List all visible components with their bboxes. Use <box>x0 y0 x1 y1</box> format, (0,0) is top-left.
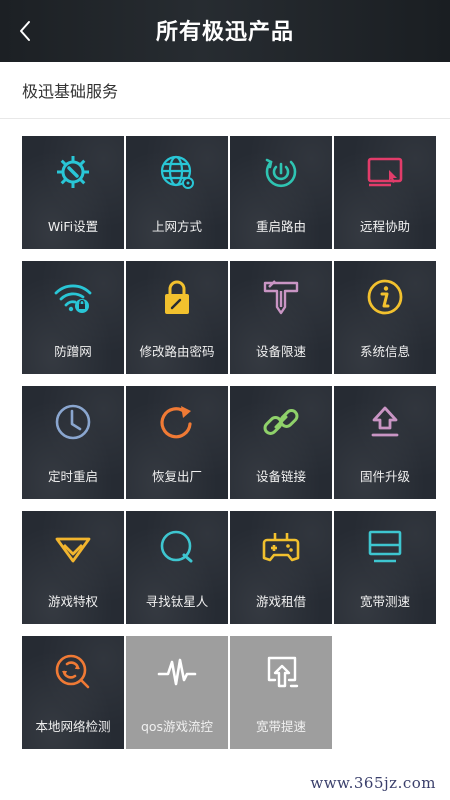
tile-bandwidth-boost[interactable]: 宽带提速 <box>230 636 332 749</box>
tile-change-password[interactable]: 修改路由密码 <box>126 261 228 374</box>
tile-label: 设备限速 <box>255 344 306 359</box>
tile-label: 设备链接 <box>255 469 306 484</box>
link-icon <box>263 409 299 435</box>
pulse-wave-icon <box>157 658 197 686</box>
tile-label: 恢复出厂 <box>151 469 202 484</box>
speed-limit-arrows-icon <box>263 280 299 315</box>
screen-upload-icon <box>267 656 299 688</box>
tile-wifi-settings[interactable]: WiFi设置 <box>22 136 124 249</box>
refresh-icon <box>160 406 192 439</box>
diamond-icon <box>55 537 91 563</box>
gamepad-icon <box>262 533 300 562</box>
remote-screen-icon <box>367 157 403 187</box>
tile-remote-assist[interactable]: 远程协助 <box>334 136 436 249</box>
gear-wrench-icon <box>57 156 89 188</box>
tile-label: 系统信息 <box>359 344 410 359</box>
watermark: www.365jz.com <box>310 774 436 792</box>
tile-label: 重启路由 <box>255 219 306 234</box>
section-divider <box>0 118 450 119</box>
info-icon <box>367 279 403 315</box>
tile-scheduled-restart[interactable]: 定时重启 <box>22 386 124 499</box>
tile-label: 游戏特权 <box>47 594 98 609</box>
clock-icon <box>55 404 91 440</box>
tile-anti-freeload[interactable]: 防蹭网 <box>22 261 124 374</box>
wifi-lock-icon <box>54 284 92 313</box>
padlock-icon <box>165 280 189 314</box>
tile-label: 宽带提速 <box>255 719 306 734</box>
tile-label: 修改路由密码 <box>139 344 215 359</box>
tile-factory-reset[interactable]: 恢复出厂 <box>126 386 228 499</box>
monitor-speed-icon <box>368 530 402 563</box>
tile-label: 防蹭网 <box>54 344 92 359</box>
tile-game-rental[interactable]: 游戏租借 <box>230 511 332 624</box>
tile-label: 固件升级 <box>359 469 410 484</box>
section-title: 极迅基础服务 <box>22 82 119 101</box>
upload-icon <box>371 406 399 437</box>
tile-system-info[interactable]: 系统信息 <box>334 261 436 374</box>
tile-device-link[interactable]: 设备链接 <box>230 386 332 499</box>
tile-label: 游戏租借 <box>255 594 306 609</box>
search-q-icon <box>160 530 193 563</box>
tile-label: WiFi设置 <box>47 219 99 234</box>
tile-label: qos游戏流控 <box>140 719 214 734</box>
tile-label: 本地网络检测 <box>35 719 111 734</box>
tile-connection-mode[interactable]: 上网方式 <box>126 136 228 249</box>
header-bar: 所有极迅产品 <box>0 0 450 62</box>
tile-label: 远程协助 <box>359 219 410 234</box>
tile-bandwidth-test[interactable]: 宽带测速 <box>334 511 436 624</box>
power-restart-icon <box>265 158 297 188</box>
tile-local-network-check[interactable]: 本地网络检测 <box>22 636 124 749</box>
tile-game-privilege[interactable]: 游戏特权 <box>22 511 124 624</box>
network-scan-icon <box>55 654 90 689</box>
globe-network-icon <box>160 155 194 189</box>
tile-label: 上网方式 <box>151 219 202 234</box>
tile-restart-router[interactable]: 重启路由 <box>230 136 332 249</box>
tile-label: 宽带测速 <box>359 594 410 609</box>
tile-firmware-upgrade[interactable]: 固件升级 <box>334 386 436 499</box>
tile-label: 定时重启 <box>47 469 98 484</box>
tile-find-titan[interactable]: 寻找钛星人 <box>126 511 228 624</box>
page-title: 所有极迅产品 <box>155 20 294 45</box>
tile-qos-game-flow[interactable]: qos游戏流控 <box>126 636 228 749</box>
tile-device-speed-limit[interactable]: 设备限速 <box>230 261 332 374</box>
tile-label: 寻找钛星人 <box>145 594 209 609</box>
